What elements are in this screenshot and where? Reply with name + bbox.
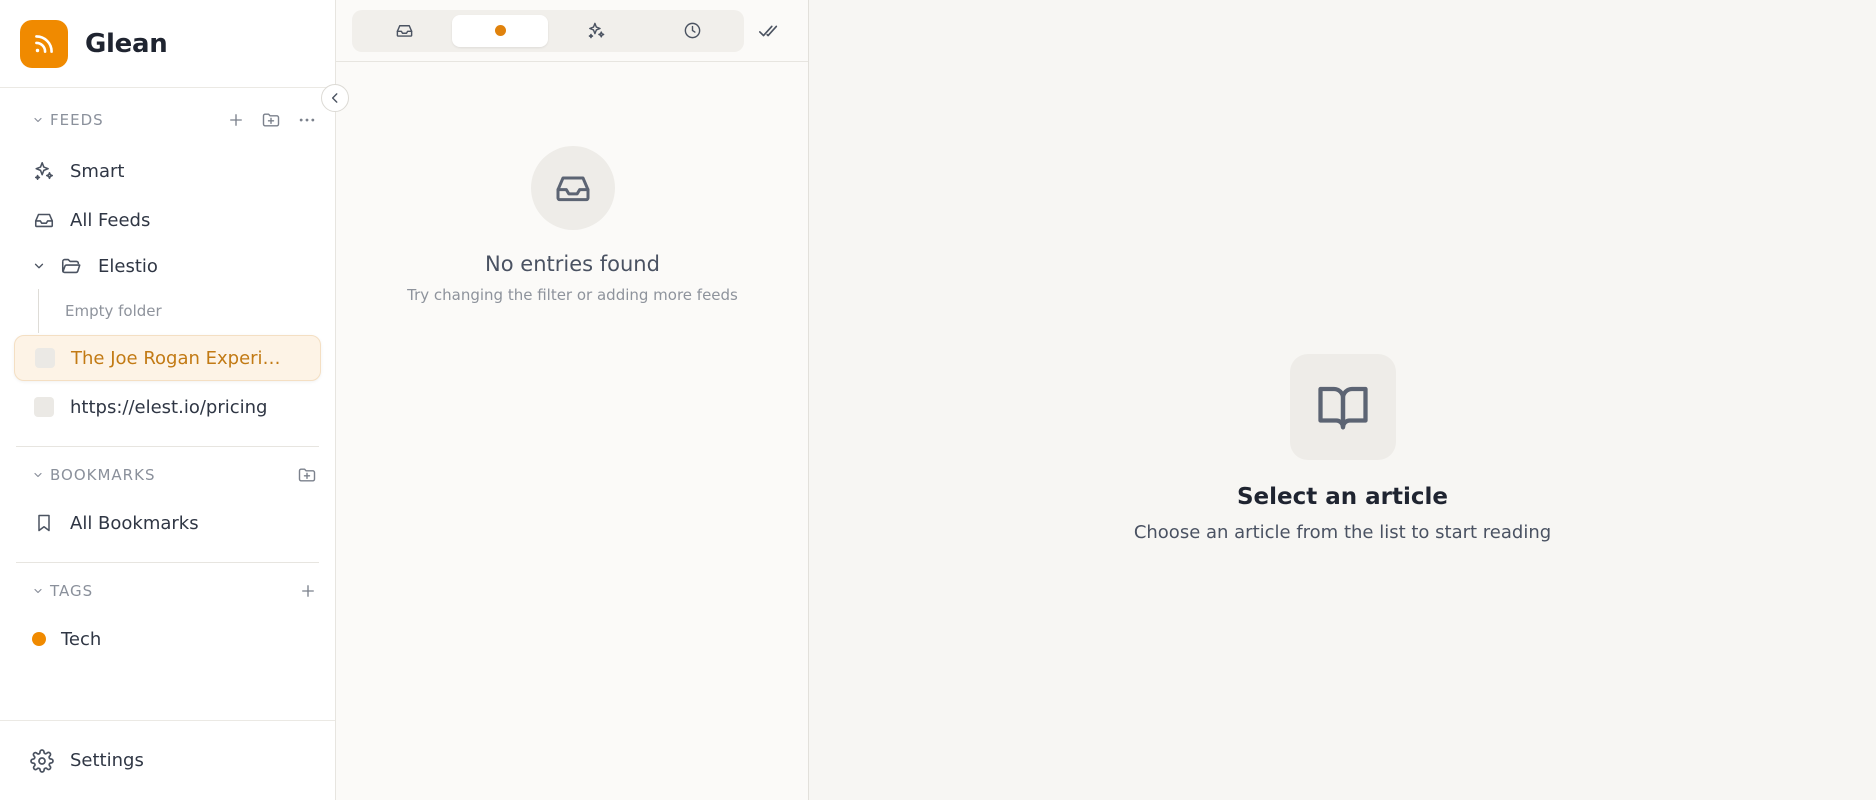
sidebar-item-label: The Joe Rogan Experi… bbox=[71, 347, 281, 369]
tags-section-header[interactable]: TAGS bbox=[14, 575, 321, 607]
sidebar-item-all-bookmarks[interactable]: All Bookmarks bbox=[14, 500, 321, 546]
gear-icon bbox=[30, 748, 54, 773]
folder-open-icon bbox=[60, 255, 84, 277]
add-tag-icon[interactable] bbox=[299, 582, 317, 600]
chevron-down-icon bbox=[32, 114, 44, 126]
chevron-down-icon[interactable] bbox=[32, 259, 52, 273]
more-options-icon[interactable] bbox=[297, 110, 317, 130]
feed-favicon bbox=[35, 348, 55, 368]
empty-entries-state: No entries found Try changing the filter… bbox=[336, 146, 809, 304]
clock-icon bbox=[684, 22, 700, 39]
empty-subtitle: Try changing the filter or adding more f… bbox=[407, 286, 738, 304]
sidebar-item-label: https://elest.io/pricing bbox=[70, 396, 268, 418]
reader-empty-state: Select an article Choose an article from… bbox=[809, 354, 1876, 543]
chevron-left-icon bbox=[331, 93, 338, 103]
feed-favicon bbox=[34, 397, 54, 417]
sidebar-item-all-feeds[interactable]: All Feeds bbox=[14, 197, 321, 243]
book-open-icon bbox=[1289, 354, 1396, 460]
collapse-sidebar-button[interactable] bbox=[321, 84, 349, 112]
section-divider bbox=[16, 562, 319, 563]
app-name: Glean bbox=[85, 28, 168, 59]
check-check-icon bbox=[759, 25, 778, 36]
filter-unread-button[interactable] bbox=[452, 14, 548, 47]
chevron-down-icon bbox=[32, 585, 44, 597]
sparkles-icon bbox=[32, 160, 56, 182]
entry-list-panel: No entries found Try changing the filter… bbox=[336, 0, 809, 800]
filter-toolbar bbox=[336, 0, 808, 62]
rss-logo-icon bbox=[20, 19, 68, 68]
filter-smart-button[interactable] bbox=[548, 15, 644, 47]
app-root: Glean FEEDS Smart All Feeds Elestio Empt… bbox=[0, 0, 1876, 800]
empty-folder-text: Empty folder bbox=[38, 289, 321, 333]
feeds-section-header[interactable]: FEEDS bbox=[14, 104, 321, 136]
sidebar-item-smart[interactable]: Smart bbox=[14, 148, 321, 194]
tags-section-label: TAGS bbox=[50, 582, 94, 600]
folder-plus-icon[interactable] bbox=[261, 110, 281, 130]
chevron-down-icon bbox=[32, 469, 44, 481]
tag-color-dot bbox=[32, 632, 46, 646]
folder-label: Elestio bbox=[98, 255, 158, 277]
sidebar-item-label: Smart bbox=[70, 160, 125, 182]
reader-subtitle: Choose an article from the list to start… bbox=[1133, 522, 1552, 543]
section-divider bbox=[16, 446, 319, 447]
filter-all-button[interactable] bbox=[356, 15, 452, 47]
reader-title: Select an article bbox=[1236, 484, 1449, 510]
filter-recent-button[interactable] bbox=[644, 15, 740, 47]
sidebar-item-label: All Feeds bbox=[70, 209, 151, 231]
reader-panel: Select an article Choose an article from… bbox=[809, 0, 1876, 800]
brand-header: Glean bbox=[0, 0, 335, 88]
empty-title: No entries found bbox=[485, 252, 660, 276]
folder-elestio[interactable]: Elestio bbox=[14, 243, 321, 289]
sidebar: Glean FEEDS Smart All Feeds Elestio Empt… bbox=[0, 0, 349, 800]
sidebar-item-tag-tech[interactable]: Tech bbox=[14, 616, 321, 662]
sidebar-item-joe-rogan[interactable]: The Joe Rogan Experi… bbox=[14, 335, 321, 381]
sidebar-body: FEEDS Smart All Feeds Elestio Empty fold… bbox=[0, 88, 335, 720]
settings-label: Settings bbox=[70, 750, 144, 771]
bookmark-icon bbox=[32, 513, 56, 533]
settings-button[interactable]: Settings bbox=[0, 720, 335, 800]
bookmarks-section-label: BOOKMARKS bbox=[50, 466, 156, 484]
folder-plus-icon[interactable] bbox=[297, 465, 317, 485]
feeds-section-label: FEEDS bbox=[50, 111, 104, 129]
filter-segmented-control bbox=[352, 9, 744, 52]
sidebar-item-elestio-pricing[interactable]: https://elest.io/pricing bbox=[14, 384, 321, 430]
unread-dot-icon bbox=[494, 25, 506, 36]
mark-all-read-button[interactable] bbox=[758, 20, 780, 42]
inbox-icon bbox=[32, 209, 56, 231]
inbox-icon bbox=[530, 146, 615, 230]
add-feed-icon[interactable] bbox=[227, 111, 245, 129]
bookmarks-section-header[interactable]: BOOKMARKS bbox=[14, 459, 321, 491]
sidebar-item-label: All Bookmarks bbox=[70, 512, 199, 534]
sparkles-icon bbox=[588, 22, 604, 39]
inbox-icon bbox=[396, 25, 412, 37]
tag-label: Tech bbox=[61, 628, 102, 650]
